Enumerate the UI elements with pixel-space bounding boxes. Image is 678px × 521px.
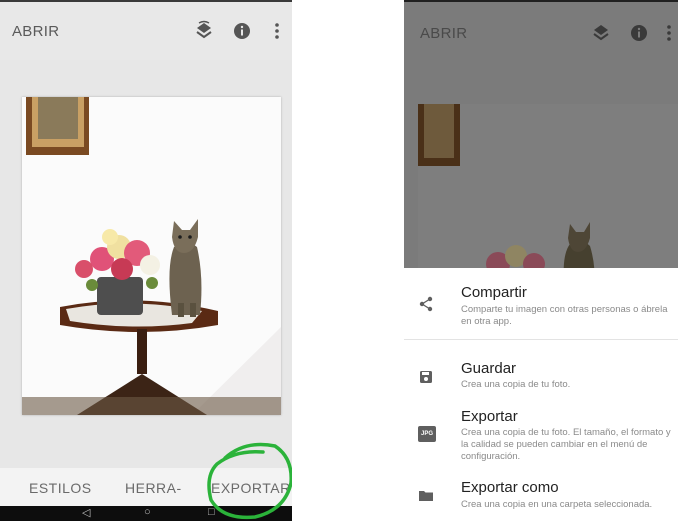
more-vert-icon: [662, 22, 676, 49]
menu-item-description: Comparte tu imagen con otras personas o …: [461, 304, 668, 327]
layers-icon: [590, 22, 612, 49]
right-phone-screen: ABRIR Compartir Comparte tu imagen con o…: [404, 0, 678, 521]
menu-item-exportar[interactable]: JPG Exportar Crea una copia de tu foto. …: [404, 400, 678, 472]
back-nav-icon[interactable]: ◁: [82, 506, 90, 519]
menu-item-description: Crea una copia de tu foto.: [461, 379, 571, 390]
layers-icon[interactable]: [193, 20, 215, 42]
bottom-tab-bar: ESTILOS HERRA- EXPORTAR: [0, 468, 292, 506]
photo-preview: [418, 104, 678, 268]
photo-preview: [22, 97, 281, 415]
image-canvas[interactable]: [0, 60, 292, 468]
save-icon: [418, 369, 434, 385]
home-nav-icon[interactable]: ○: [144, 506, 151, 518]
menu-item-label: Exportar como: [461, 479, 559, 496]
recents-nav-icon[interactable]: □: [208, 506, 215, 518]
tab-estilos[interactable]: ESTILOS: [29, 480, 92, 496]
tab-exportar[interactable]: EXPORTAR: [211, 480, 291, 496]
export-bottom-sheet: Compartir Comparte tu imagen con otras p…: [404, 268, 678, 521]
open-button: ABRIR: [420, 25, 468, 42]
open-button[interactable]: ABRIR: [12, 23, 59, 40]
menu-item-exportar-como[interactable]: Exportar como Crea una copia en una carp…: [404, 475, 678, 521]
menu-item-compartir[interactable]: Compartir Comparte tu imagen con otras p…: [404, 268, 678, 339]
info-icon[interactable]: [231, 20, 253, 42]
info-icon: [628, 22, 650, 49]
tab-herramientas[interactable]: HERRA-: [125, 480, 182, 496]
share-icon: [418, 296, 434, 312]
folder-icon: [418, 487, 434, 503]
divider: [404, 339, 678, 340]
left-phone-screen: ABRIR ESTILOS HERRA- EXPORTAR ◁ ○ □: [0, 0, 292, 521]
jpg-icon: JPG: [418, 426, 436, 442]
dimmed-background[interactable]: ABRIR: [404, 0, 678, 268]
menu-item-guardar[interactable]: Guardar Crea una copia de tu foto.: [404, 348, 678, 398]
menu-item-label: Exportar: [461, 408, 518, 425]
more-vert-icon[interactable]: [266, 20, 288, 42]
menu-item-description: Crea una copia en una carpeta selecciona…: [461, 499, 653, 510]
menu-item-label: Compartir: [461, 284, 527, 301]
menu-item-label: Guardar: [461, 360, 517, 377]
system-nav-bar: ◁ ○ □: [0, 506, 292, 521]
menu-item-description: Crea una copia de tu foto. El tamaño, el…: [461, 427, 671, 462]
top-app-bar: ABRIR: [0, 0, 292, 60]
